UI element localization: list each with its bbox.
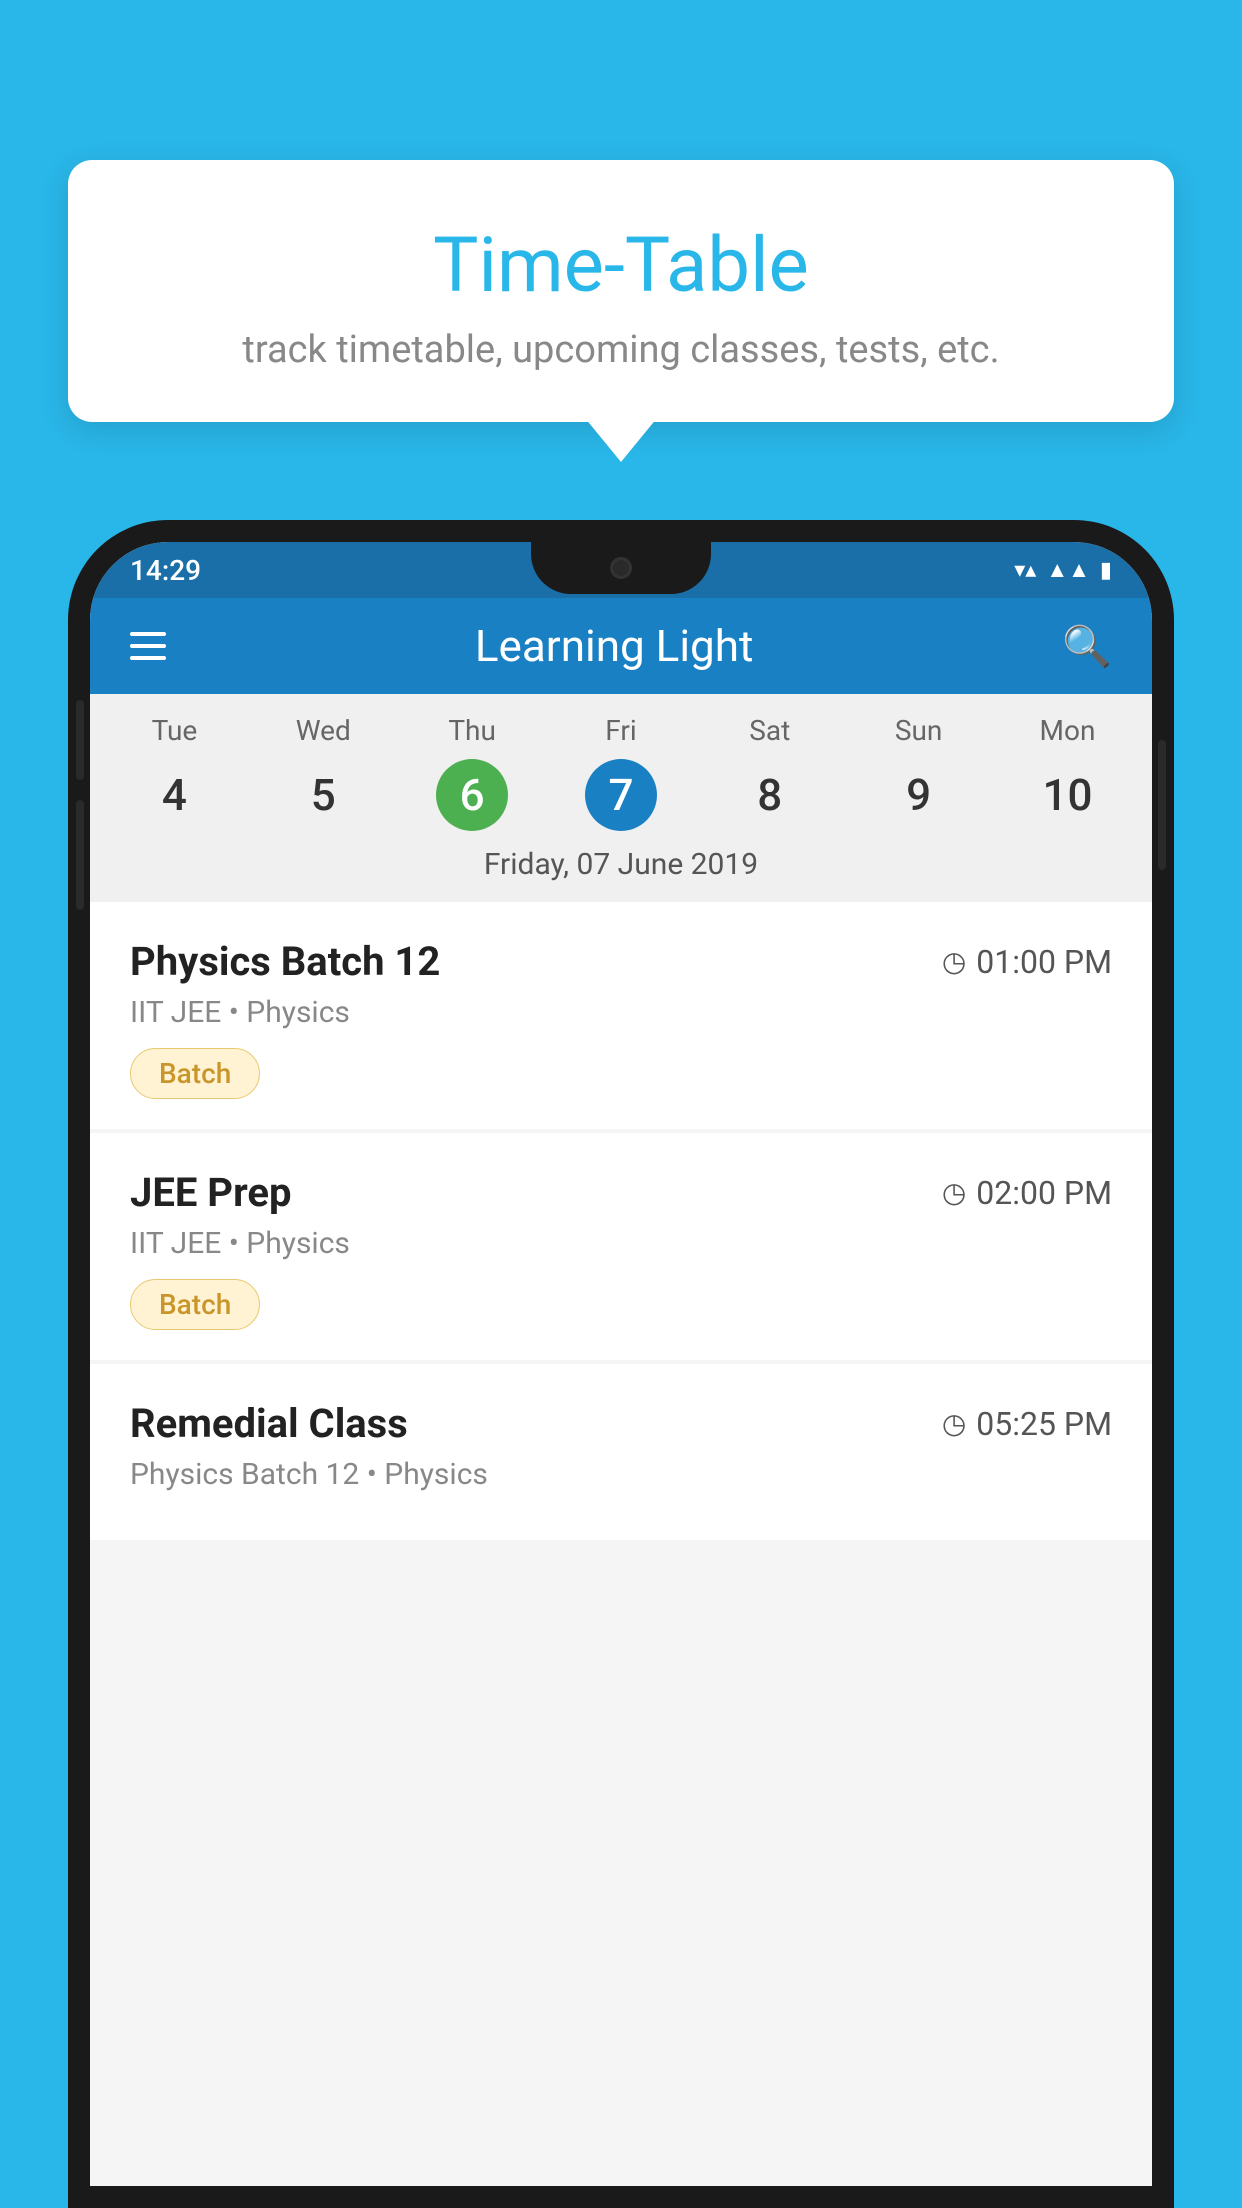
batch-badge: Batch (130, 1048, 260, 1099)
search-icon[interactable]: 🔍 (1062, 623, 1112, 670)
phone-frame: 14:29 ▾▴ ▲▲ ▮ Learning Light 🔍 Tue4Wed5T… (68, 520, 1174, 2208)
calendar-day-sun[interactable]: Sun 9 (859, 714, 979, 831)
day-number: 7 (585, 759, 657, 831)
calendar-header: Tue 4 Wed 5 Thu 6 Fri 7 Sat 8 Sun 9 Mon 10 Friday, 07… (90, 694, 1152, 902)
day-number: 5 (287, 759, 359, 831)
schedule-item-subtitle: IIT JEE • Physics (130, 995, 1112, 1030)
schedule-item-time: ◷ 05:25 PM (942, 1405, 1112, 1443)
hamburger-line-2 (130, 644, 166, 648)
day-name-label: Wed (296, 714, 351, 747)
day-name-label: Sat (749, 714, 790, 747)
day-name-label: Thu (448, 714, 496, 747)
app-bar: Learning Light 🔍 (90, 598, 1152, 694)
day-name-label: Fri (605, 714, 636, 747)
calendar-day-tue[interactable]: Tue 4 (114, 714, 234, 831)
schedule-item-title: JEE Prep (130, 1169, 291, 1216)
tooltip-subtitle: track timetable, upcoming classes, tests… (118, 328, 1124, 372)
schedule-item[interactable]: Remedial Class ◷ 05:25 PM Physics Batch 12… (90, 1364, 1152, 1540)
volume-down-button[interactable] (76, 800, 84, 910)
schedule-item-title: Remedial Class (130, 1400, 408, 1447)
tooltip-card: Time-Table track timetable, upcoming cla… (68, 160, 1174, 422)
schedule-item-header: Remedial Class ◷ 05:25 PM (130, 1400, 1112, 1447)
day-name-label: Sun (895, 714, 943, 747)
schedule-item-header: Physics Batch 12 ◷ 01:00 PM (130, 938, 1112, 985)
hamburger-line-3 (130, 656, 166, 660)
calendar-days-row: Tue 4 Wed 5 Thu 6 Fri 7 Sat 8 Sun 9 Mon 10 (90, 714, 1152, 831)
day-number: 4 (138, 759, 210, 831)
schedule-item-time: ◷ 01:00 PM (942, 943, 1112, 981)
battery-icon: ▮ (1100, 558, 1112, 583)
day-number: 8 (734, 759, 806, 831)
calendar-day-sat[interactable]: Sat 8 (710, 714, 830, 831)
day-number: 6 (436, 759, 508, 831)
calendar-day-mon[interactable]: Mon 10 (1007, 714, 1127, 831)
hamburger-line-1 (130, 632, 166, 636)
wifi-icon: ▾▴ (1014, 558, 1036, 583)
day-number: 9 (883, 759, 955, 831)
front-camera (610, 557, 632, 579)
calendar-day-thu[interactable]: Thu 6 (412, 714, 532, 831)
calendar-date-label: Friday, 07 June 2019 (90, 831, 1152, 902)
calendar-day-wed[interactable]: Wed 5 (263, 714, 383, 831)
day-name-label: Tue (152, 714, 198, 747)
clock-icon: ◷ (942, 1176, 966, 1209)
schedule-item-title: Physics Batch 12 (130, 938, 440, 985)
clock-icon: ◷ (942, 1407, 966, 1440)
phone-screen: 14:29 ▾▴ ▲▲ ▮ Learning Light 🔍 Tue4Wed5T… (90, 542, 1152, 2186)
day-name-label: Mon (1040, 714, 1096, 747)
hamburger-menu-button[interactable] (130, 632, 166, 660)
signal-icon: ▲▲ (1046, 557, 1090, 583)
day-number: 10 (1031, 759, 1103, 831)
power-button[interactable] (1158, 740, 1166, 870)
status-icons: ▾▴ ▲▲ ▮ (1014, 557, 1112, 583)
status-time: 14:29 (130, 554, 201, 587)
app-bar-title: Learning Light (475, 620, 754, 672)
phone-notch (531, 542, 711, 594)
calendar-day-fri[interactable]: Fri 7 (561, 714, 681, 831)
clock-icon: ◷ (942, 945, 966, 978)
volume-up-button[interactable] (76, 700, 84, 780)
schedule-list: Physics Batch 12 ◷ 01:00 PM IIT JEE • Phys… (90, 902, 1152, 2186)
tooltip-title: Time-Table (118, 220, 1124, 310)
schedule-item-time: ◷ 02:00 PM (942, 1174, 1112, 1212)
schedule-item[interactable]: Physics Batch 12 ◷ 01:00 PM IIT JEE • Phys… (90, 902, 1152, 1129)
schedule-item-subtitle: Physics Batch 12 • Physics (130, 1457, 1112, 1492)
schedule-item-header: JEE Prep ◷ 02:00 PM (130, 1169, 1112, 1216)
batch-badge: Batch (130, 1279, 260, 1330)
schedule-item-subtitle: IIT JEE • Physics (130, 1226, 1112, 1261)
schedule-item[interactable]: JEE Prep ◷ 02:00 PM IIT JEE • Physics Batch (90, 1133, 1152, 1360)
